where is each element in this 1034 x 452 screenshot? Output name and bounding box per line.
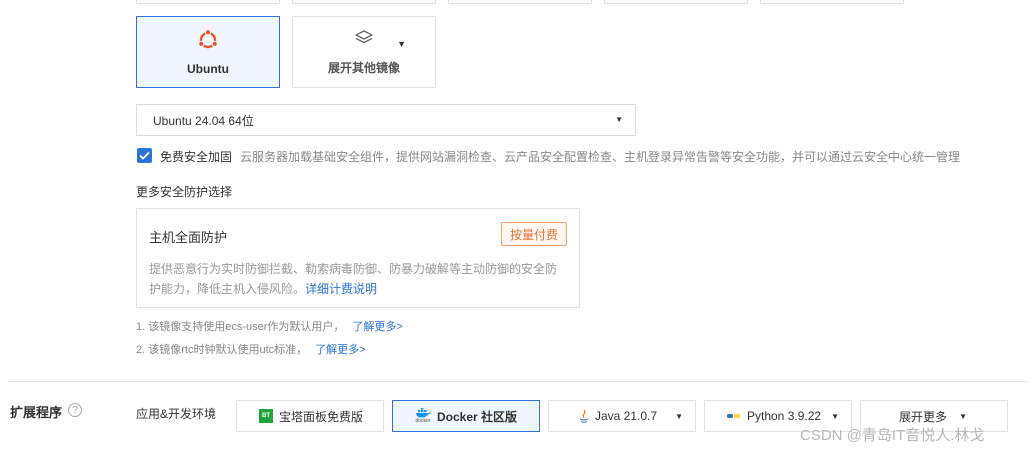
note-text: 1. 该镜像支持使用ecs-user作为默认用户， [136, 321, 345, 333]
ext-label: 宝塔面板免费版 [279, 409, 364, 424]
host-protection-description: 提供恶意行为实时防御拦截、勒索病毒防御、防暴力破解等主动防御的安全防 护能力，降… [149, 259, 573, 299]
ext-baota-button[interactable]: BT 宝塔面板免费版 [236, 400, 384, 432]
ext-docker-button[interactable]: docker Docker 社区版 [392, 400, 540, 432]
image-card-label: 展开其他镜像 [327, 61, 400, 75]
host-protection-title: 主机全面防护 [149, 230, 228, 245]
learn-more-link[interactable]: 了解更多> [315, 344, 365, 356]
section-divider [8, 381, 1028, 382]
chevron-down-icon: ▼ [675, 412, 683, 421]
baota-icon: BT [259, 409, 273, 423]
image-version-select[interactable]: Ubuntu 24.04 64位 ▼ [136, 104, 636, 136]
chevron-down-icon: ▼ [831, 412, 839, 421]
chevron-down-icon: ▼ [959, 412, 967, 421]
ext-label: Docker 社区版 [437, 409, 518, 424]
image-card-other[interactable]: ▼ 展开其他镜像 [292, 16, 436, 88]
image-note: 1. 该镜像支持使用ecs-user作为默认用户， 了解更多> [136, 318, 403, 334]
security-description: 云服务器加载基础安全组件，提供网站漏洞检查、云产品安全配置检查、主机登录异常告警… [240, 150, 961, 164]
image-card-partial[interactable] [760, 0, 904, 4]
ext-java-select[interactable]: Java 21.0.7 ▼ [548, 400, 696, 432]
image-note: 2. 该镜像rtc时钟默认使用utc标准， 了解更多> [136, 341, 366, 357]
image-card-partial[interactable] [292, 0, 436, 4]
billing-details-link[interactable]: 详细计费说明 [305, 282, 377, 296]
security-checkbox[interactable] [137, 148, 152, 163]
description-line: 护能力，降低主机入侵风险。 [149, 282, 306, 296]
java-icon [579, 409, 589, 423]
more-protection-title: 更多安全防护选择 [136, 185, 233, 199]
learn-more-link[interactable]: 了解更多> [352, 321, 402, 333]
image-card-partial[interactable] [136, 0, 280, 4]
description-line: 提供恶意行为实时防御拦截、勒索病毒防御、防暴力破解等主动防御的安全防 [149, 262, 558, 276]
host-protection-card[interactable]: 主机全面防护 按量付费 提供恶意行为实时防御拦截、勒索病毒防御、防暴力破解等主动… [136, 208, 580, 308]
python-icon [727, 412, 741, 420]
layers-icon [354, 28, 374, 51]
security-checkbox-label[interactable]: 免费安全加固 [160, 148, 232, 165]
watermark: CSDN @青岛IT音悦人.林戈 [800, 427, 985, 444]
chevron-down-icon: ▼ [397, 39, 406, 49]
note-text: 2. 该镜像rtc时钟默认使用utc标准， [136, 344, 308, 356]
ext-label: 展开更多 [898, 409, 947, 424]
docker-icon: docker [415, 408, 431, 424]
help-icon[interactable]: ? [68, 403, 82, 417]
ext-label: Python 3.9.22 [747, 409, 822, 423]
select-value: Ubuntu 24.04 64位 [153, 113, 254, 128]
ubuntu-logo-icon [197, 28, 219, 54]
image-card-label: Ubuntu [187, 61, 229, 76]
image-card-partial[interactable] [448, 0, 592, 4]
docker-wordmark: docker [415, 418, 431, 424]
extensions-title: 扩展程序 [10, 405, 63, 420]
ext-label: Java 21.0.7 [595, 409, 658, 423]
image-card-partial[interactable] [604, 0, 748, 4]
pay-as-you-go-badge: 按量付费 [501, 222, 567, 246]
app-env-label: 应用&开发环境 [136, 407, 217, 421]
image-card-ubuntu[interactable]: Ubuntu [136, 16, 280, 88]
check-icon [139, 151, 150, 160]
chevron-down-icon: ▼ [615, 115, 623, 124]
